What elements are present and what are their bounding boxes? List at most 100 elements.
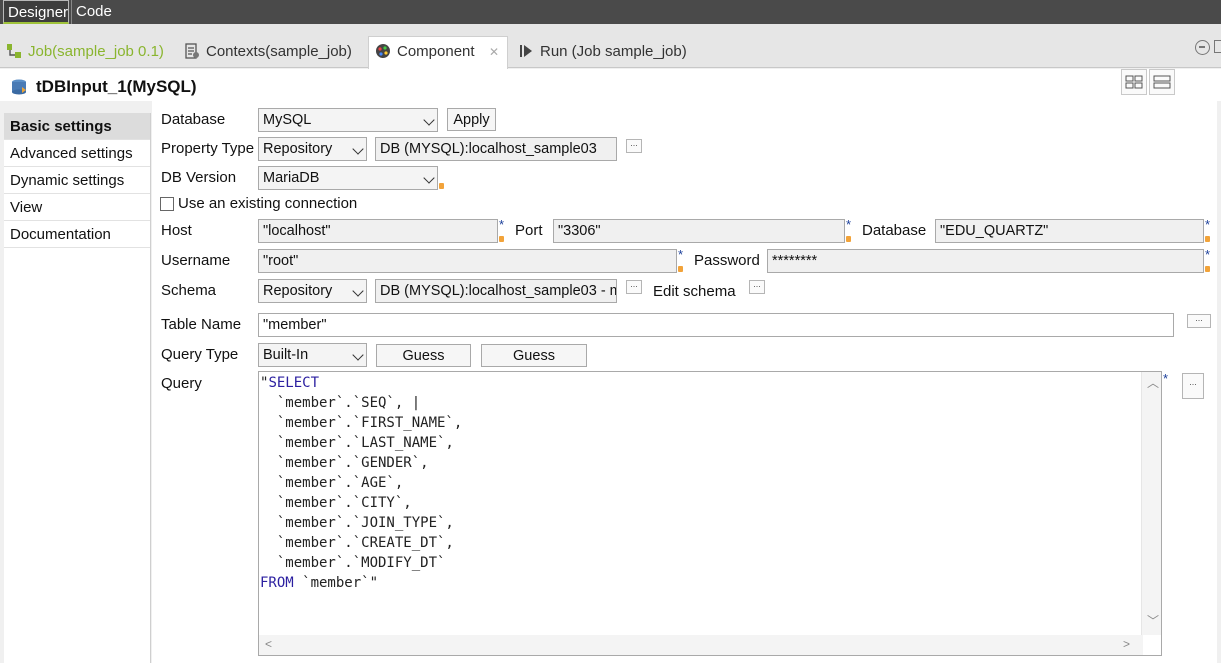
database-select[interactable]: MySQL: [258, 108, 438, 132]
settings-sidebar: Basic settings Advanced settings Dynamic…: [4, 113, 151, 663]
sidebar-item-view[interactable]: View: [4, 194, 150, 221]
table-layout-icon[interactable]: [1121, 69, 1147, 95]
query-label: Query: [161, 375, 202, 392]
basic-settings-panel: Database MySQL Apply Property Type Repos…: [152, 101, 1217, 663]
database-select-value: MySQL: [263, 112, 312, 128]
minimize-icon[interactable]: [1195, 40, 1210, 55]
schema-select[interactable]: Repository: [258, 279, 367, 303]
query-vertical-scrollbar[interactable]: ︿ ﹀: [1141, 372, 1161, 635]
schema-browse-button[interactable]: ...: [626, 280, 642, 294]
sidebar-item-basic-settings[interactable]: Basic settings: [4, 113, 150, 140]
tab-contexts[interactable]: Contexts(sample_job): [184, 37, 352, 68]
required-mark: *: [846, 217, 852, 232]
property-repository-field[interactable]: DB (MYSQL):localhost_sample03: [375, 137, 617, 161]
query-from-rest: `member`": [293, 575, 379, 591]
query-line: `member`.`MODIFY_DT`: [260, 555, 446, 571]
query-line: `member`.`CREATE_DT`,: [260, 535, 454, 551]
sidebar-item-documentation[interactable]: Documentation: [4, 221, 150, 248]
query-line: `member`.`LAST_NAME`,: [260, 435, 454, 451]
warning-icon: [499, 236, 504, 242]
table-name-field[interactable]: "member": [258, 313, 1174, 337]
database-label: Database: [161, 111, 226, 128]
required-mark: *: [1205, 217, 1211, 232]
port-label: Port: [515, 222, 543, 239]
table-name-browse-button[interactable]: ...: [1187, 314, 1211, 328]
table-name-label: Table Name: [161, 316, 242, 333]
warning-icon: [1205, 236, 1210, 242]
tab-run-label: Run (Job sample_job): [540, 43, 687, 60]
designer-mode-button[interactable]: Designer: [3, 0, 69, 24]
scroll-left-icon[interactable]: <: [265, 637, 272, 651]
tab-run[interactable]: Run (Job sample_job): [518, 37, 687, 68]
required-mark: *: [1163, 371, 1169, 386]
query-horizontal-scrollbar[interactable]: < >: [259, 635, 1143, 655]
component-header: tDBInput_1(MySQL): [0, 69, 1221, 101]
chevron-down-icon: [352, 143, 364, 155]
db-version-select[interactable]: MariaDB: [258, 166, 438, 190]
maximize-icon[interactable]: [1214, 40, 1221, 53]
host-label: Host: [161, 222, 192, 239]
code-mode-button[interactable]: Code: [71, 0, 115, 24]
mode-bar: Designer Code: [0, 0, 1221, 24]
required-mark: *: [1205, 247, 1211, 262]
schema-select-value: Repository: [263, 283, 333, 299]
schema-repository-field[interactable]: DB (MYSQL):localhost_sample03 - m: [375, 279, 617, 303]
select-keyword: SELECT: [268, 375, 320, 391]
list-layout-icon[interactable]: [1149, 69, 1175, 95]
existing-connection-checkbox[interactable]: [160, 197, 174, 211]
property-browse-button[interactable]: ...: [626, 139, 642, 153]
tab-job[interactable]: Job(sample_job 0.1): [6, 37, 164, 68]
apply-button[interactable]: Apply: [447, 108, 496, 131]
scroll-down-icon[interactable]: ﹀: [1147, 612, 1159, 629]
db-version-value: MariaDB: [263, 170, 320, 186]
sidebar-item-dynamic-settings[interactable]: Dynamic settings: [4, 167, 150, 194]
component-settings-area: Basic settings Advanced settings Dynamic…: [0, 101, 1221, 663]
required-mark: *: [499, 217, 505, 232]
query-line: `member`.`FIRST_NAME`,: [260, 415, 463, 431]
warning-icon: [846, 236, 851, 242]
db-version-label: DB Version: [161, 169, 237, 186]
query-line: `member`.`CITY`,: [260, 495, 412, 511]
chevron-down-icon: [352, 349, 364, 361]
chevron-down-icon: [352, 285, 364, 297]
schema-label: Schema: [161, 282, 217, 299]
tab-contexts-label: Contexts(sample_job): [206, 43, 352, 60]
port-field[interactable]: "3306": [553, 219, 845, 243]
property-type-label: Property Type: [161, 140, 255, 157]
warning-icon: [439, 183, 444, 189]
edit-schema-button[interactable]: ...: [749, 280, 765, 294]
close-icon[interactable]: ✕: [489, 38, 499, 67]
warning-icon: [678, 266, 683, 272]
chevron-down-icon: [423, 114, 435, 126]
run-icon: [520, 45, 532, 57]
query-type-value: Built-In: [263, 347, 309, 363]
query-text[interactable]: "SELECT `member`.`SEQ`, | `member`.`FIRS…: [260, 373, 462, 593]
host-field[interactable]: "localhost": [258, 219, 498, 243]
tab-job-label: Job(sample_job 0.1): [28, 43, 164, 60]
scroll-right-icon[interactable]: >: [1123, 637, 1130, 651]
guess-query-button[interactable]: Guess Query: [376, 344, 471, 387]
existing-connection-label: Use an existing connection: [178, 195, 358, 212]
tab-component-label: Component: [397, 43, 475, 60]
database-icon: [12, 79, 26, 95]
database-name-label: Database: [862, 222, 927, 239]
query-line: `member`.`AGE`,: [260, 475, 404, 491]
job-icon: [7, 44, 21, 58]
component-icon: [376, 44, 390, 58]
query-line: `member`.`GENDER`,: [260, 455, 429, 471]
query-editor[interactable]: "SELECT `member`.`SEQ`, | `member`.`FIRS…: [258, 371, 1162, 656]
property-type-select[interactable]: Repository: [258, 137, 367, 161]
guess-schema-button[interactable]: Guess schema: [481, 344, 587, 387]
tab-component[interactable]: Component ✕: [368, 36, 508, 69]
component-title: tDBInput_1(MySQL): [36, 77, 197, 96]
password-field[interactable]: ********: [767, 249, 1204, 273]
chevron-down-icon: [423, 172, 435, 184]
query-editor-browse-button[interactable]: ...: [1182, 373, 1204, 399]
query-type-select[interactable]: Built-In: [258, 343, 367, 367]
warning-icon: [1205, 266, 1210, 272]
username-field[interactable]: "root": [258, 249, 677, 273]
sidebar-item-advanced-settings[interactable]: Advanced settings: [4, 140, 150, 167]
from-keyword: FROM: [260, 575, 294, 591]
scroll-up-icon[interactable]: ︿: [1147, 374, 1159, 391]
database-name-field[interactable]: "EDU_QUARTZ": [935, 219, 1204, 243]
